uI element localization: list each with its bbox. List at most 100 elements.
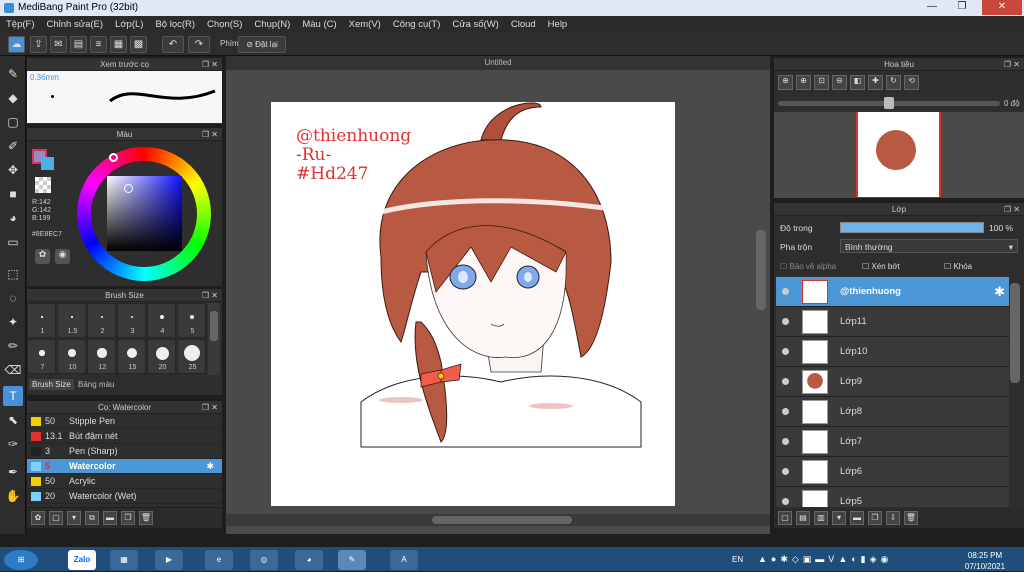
menu-edit[interactable]: Chỉnh sửa(E) [47,19,104,30]
brush-size-cell[interactable]: 2 [87,303,116,338]
text-tool-icon[interactable]: T [3,386,23,406]
brush-item[interactable]: 20 Watercolor (Wet) [27,489,222,504]
layer-row[interactable]: Lớp10 [776,337,1009,367]
canvas-sheet[interactable]: @thienhuong -Ru- #Hd247 [271,102,675,506]
background-color-swatch[interactable] [41,157,54,170]
close-button[interactable]: ✕ [982,0,1022,15]
new-8bit-layer-icon[interactable]: ▥ [814,511,828,525]
brush-item[interactable]: 13.1 Bút đậm nét [27,429,222,444]
system-tray-icons[interactable]: ▲●✱◇▣▬V▲◐▮◈◉ [758,554,948,568]
zoom-fit-icon[interactable]: ⊕ [778,75,793,90]
layer-row[interactable]: Lớp6 [776,457,1009,487]
menu-window[interactable]: Cửa số(W) [452,19,498,30]
brush-size-cell[interactable]: 1 [27,303,56,338]
color-picker-icon[interactable]: ◉ [55,249,70,264]
media-taskbar-icon[interactable]: ▶ [155,550,183,570]
clipping-checkbox[interactable]: ☐ Xén bớt [862,262,900,271]
transparent-swatch[interactable] [35,177,51,193]
blend-select[interactable]: Bình thường ▾ [840,239,1018,253]
saturation-square[interactable] [107,176,182,251]
brush-size-cell[interactable]: 12 [87,339,116,374]
redo-icon[interactable]: ↷ [188,36,210,53]
folder-icon[interactable]: ▬ [103,511,117,525]
flip-icon[interactable]: ◧ [850,75,865,90]
brush-item[interactable]: 5 Watercolor ✱ [27,459,222,474]
minimize-button[interactable]: — [920,0,944,15]
menu-cloud[interactable]: Cloud [511,19,536,30]
brush-size-cell[interactable]: 15 [117,339,146,374]
visibility-icon[interactable] [782,468,789,475]
layer-row[interactable]: @thienhuong ✱ [776,277,1009,307]
reset-button[interactable]: ⊘ Đặt lại [238,36,286,53]
language-indicator[interactable]: EN [732,555,743,564]
menu-help[interactable]: Help [548,19,568,30]
brush-menu-icon[interactable]: ▾ [67,511,81,525]
brush-size-cell[interactable]: 5 [177,303,206,338]
visibility-icon[interactable] [782,378,789,385]
hand-tool-icon[interactable]: ✋ [3,486,23,506]
lock-checkbox[interactable]: ☐ Khóa [944,262,972,271]
pen-tool-icon[interactable]: ✐ [3,136,23,156]
blur-tool-icon[interactable]: ✑ [3,434,23,454]
doc-icon[interactable]: ▤ [70,36,87,53]
brush-item[interactable]: 50 Acrylic [27,474,222,489]
brush-size-cell[interactable]: 4 [147,303,176,338]
ie-taskbar-icon[interactable]: e [205,550,233,570]
canvas-tab[interactable]: Untitled [226,56,770,70]
menu-view[interactable]: Xem(V) [349,19,381,30]
fill-rect-icon[interactable]: ■ [3,184,23,204]
new-brush-icon[interactable]: ▢ [49,511,63,525]
menu-select[interactable]: Chọn(S) [207,19,242,30]
copy-brush-icon[interactable]: ⧉ [85,511,99,525]
close-icon[interactable]: ❐ ✕ [202,128,218,141]
trash-icon[interactable]: 🗑 [139,511,153,525]
rect-select-icon[interactable]: ▢ [3,112,23,132]
app-taskbar-icon[interactable]: A [390,550,418,570]
grid-icon[interactable]: ▦ [110,36,127,53]
close-icon[interactable]: ❐ ✕ [202,401,218,414]
size-scrollbar[interactable] [208,303,220,375]
undo-icon[interactable]: ↶ [162,36,184,53]
photos-taskbar-icon[interactable]: ◕ [295,550,323,570]
brush-size-cell[interactable]: 10 [57,339,86,374]
eyedropper-icon[interactable]: ✒ [3,462,23,482]
menu-tools[interactable]: Công cụ(T) [393,19,441,30]
canvas-vscroll[interactable] [756,230,766,310]
close-icon[interactable]: ❐ ✕ [202,289,218,302]
duplicate-icon[interactable]: ❐ [121,511,135,525]
add-layer-menu-icon[interactable]: ▾ [832,511,846,525]
color-cursor[interactable] [124,184,133,193]
brush-settings-icon[interactable]: ✱ [206,461,214,472]
brush-size-cell[interactable]: 1.5 [57,303,86,338]
layer-row[interactable]: Lớp11 [776,307,1009,337]
visibility-icon[interactable] [782,438,789,445]
menu-layer[interactable]: Lớp(L) [115,19,143,30]
visibility-icon[interactable] [782,498,789,505]
new-layer-icon[interactable]: ▢ [778,511,792,525]
medibang-taskbar-icon[interactable]: ✎ [338,550,366,570]
brush-item[interactable]: 3 Pen (Sharp) [27,444,222,459]
close-icon[interactable]: ❐ ✕ [1004,203,1020,216]
brush-size-cell[interactable]: 7 [27,339,56,374]
share-icon[interactable]: ⇪ [30,36,47,53]
menu-file[interactable]: Tệp(F) [6,19,35,30]
rotate-reset-icon[interactable]: ⟲ [904,75,919,90]
brush-tool-icon[interactable]: ✎ [3,64,23,84]
new-halftone-layer-icon[interactable]: ▤ [796,511,810,525]
hue-cursor[interactable] [109,153,118,162]
eraser-tool-icon[interactable]: ◆ [3,88,23,108]
chrome-taskbar-icon[interactable]: ◎ [250,550,278,570]
select-eraser-icon[interactable]: ⌫ [3,360,23,380]
layer-scrollbar[interactable] [1010,283,1020,383]
gradient-tool-icon[interactable]: ▭ [3,232,23,252]
tab-brush-size[interactable]: Brush Size [29,379,74,390]
brush-size-cell[interactable]: 25 [177,339,206,374]
layer-row[interactable]: Lớp5 [776,487,1009,507]
opacity-slider[interactable] [840,222,984,233]
palette-icon[interactable]: ✿ [35,249,50,264]
fullscreen-icon[interactable]: ✚ [868,75,883,90]
brush-size-cell[interactable]: 20 [147,339,176,374]
select-pen-icon[interactable]: ✏ [3,336,23,356]
menu-color[interactable]: Màu (C) [302,19,336,30]
protect-alpha-checkbox[interactable]: ☐ Bảo vệ alpha [780,262,836,271]
